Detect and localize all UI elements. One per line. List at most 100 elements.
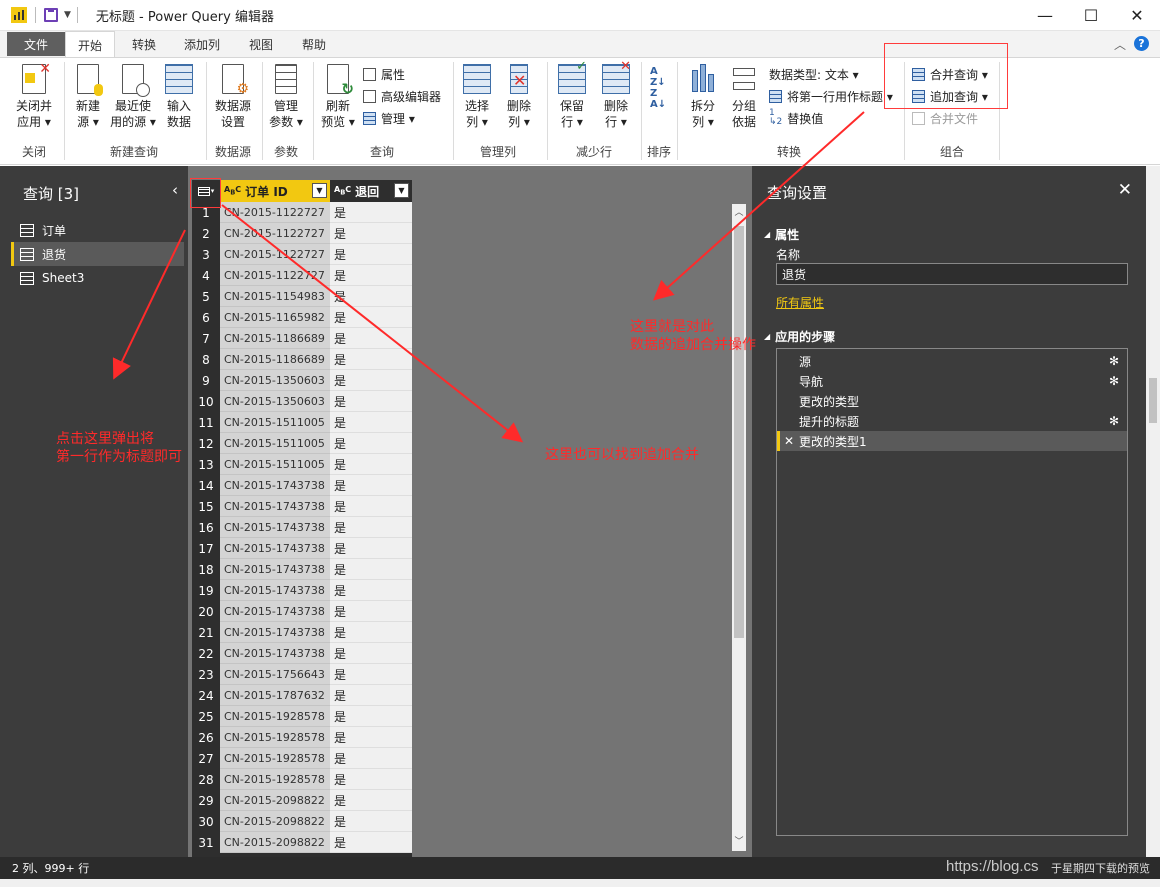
- query-item-orders[interactable]: 订单: [11, 218, 184, 242]
- cell-order-id[interactable]: CN-2015-1928578: [220, 748, 330, 769]
- minimize-button[interactable]: —: [1022, 0, 1068, 31]
- column-header-returned[interactable]: ABC 退回 ▼: [330, 180, 412, 202]
- table-row[interactable]: 15 CN-2015-1743738 是: [192, 496, 412, 517]
- cell-order-id[interactable]: CN-2015-1350603: [220, 391, 330, 412]
- table-row[interactable]: 18 CN-2015-1743738 是: [192, 559, 412, 580]
- help-icon[interactable]: ?: [1134, 36, 1149, 51]
- close-window-button[interactable]: ✕: [1114, 0, 1160, 31]
- row-number[interactable]: 16: [192, 517, 220, 538]
- tab-home[interactable]: 开始: [65, 31, 115, 58]
- combine-files-button[interactable]: 合并文件: [912, 108, 978, 128]
- table-row[interactable]: 21 CN-2015-1743738 是: [192, 622, 412, 643]
- split-column-button[interactable]: 拆分 列 ▾: [684, 64, 722, 130]
- tab-file[interactable]: 文件: [7, 32, 65, 56]
- cell-returned[interactable]: 是: [330, 307, 412, 328]
- step-navigation[interactable]: 导航 ✻: [777, 371, 1127, 391]
- cell-order-id[interactable]: CN-2015-1743738: [220, 475, 330, 496]
- column-header-order-id[interactable]: ABC 订单 ID ▼: [220, 180, 330, 202]
- table-row[interactable]: 25 CN-2015-1928578 是: [192, 706, 412, 727]
- cell-returned[interactable]: 是: [330, 370, 412, 391]
- table-row[interactable]: 19 CN-2015-1743738 是: [192, 580, 412, 601]
- row-number[interactable]: 11: [192, 412, 220, 433]
- vertical-scrollbar[interactable]: ︿ ﹀: [732, 204, 746, 851]
- cell-order-id[interactable]: CN-2015-1350603: [220, 370, 330, 391]
- cell-returned[interactable]: 是: [330, 790, 412, 811]
- cell-returned[interactable]: 是: [330, 202, 412, 223]
- table-row[interactable]: 8 CN-2015-1186689 是: [192, 349, 412, 370]
- step-source[interactable]: 源 ✻: [777, 351, 1127, 371]
- cell-order-id[interactable]: CN-2015-1122727: [220, 265, 330, 286]
- table-row[interactable]: 29 CN-2015-2098822 是: [192, 790, 412, 811]
- row-number[interactable]: 15: [192, 496, 220, 517]
- row-number[interactable]: 22: [192, 643, 220, 664]
- cell-order-id[interactable]: CN-2015-1122727: [220, 223, 330, 244]
- gear-icon[interactable]: ✻: [1109, 354, 1119, 368]
- collapse-pane-icon[interactable]: ‹: [172, 181, 178, 199]
- row-number[interactable]: 23: [192, 664, 220, 685]
- cell-returned[interactable]: 是: [330, 496, 412, 517]
- row-number[interactable]: 27: [192, 748, 220, 769]
- tab-add-column[interactable]: 添加列: [176, 31, 228, 57]
- cell-order-id[interactable]: CN-2015-1743738: [220, 601, 330, 622]
- cell-order-id[interactable]: CN-2015-1511005: [220, 454, 330, 475]
- step-promoted-headers[interactable]: 提升的标题 ✻: [777, 411, 1127, 431]
- scrollbar-thumb[interactable]: [734, 226, 744, 638]
- table-row[interactable]: 22 CN-2015-1743738 是: [192, 643, 412, 664]
- row-number[interactable]: 8: [192, 349, 220, 370]
- cell-order-id[interactable]: CN-2015-1743738: [220, 643, 330, 664]
- cell-returned[interactable]: 是: [330, 517, 412, 538]
- cell-returned[interactable]: 是: [330, 769, 412, 790]
- table-row[interactable]: 1 CN-2015-1122727 是: [192, 202, 412, 223]
- cell-returned[interactable]: 是: [330, 727, 412, 748]
- cell-returned[interactable]: 是: [330, 538, 412, 559]
- cell-order-id[interactable]: CN-2015-1186689: [220, 349, 330, 370]
- cell-order-id[interactable]: CN-2015-1743738: [220, 580, 330, 601]
- cell-returned[interactable]: 是: [330, 601, 412, 622]
- row-number[interactable]: 24: [192, 685, 220, 706]
- cell-order-id[interactable]: CN-2015-1122727: [220, 244, 330, 265]
- gear-icon[interactable]: ✻: [1109, 414, 1119, 428]
- table-row[interactable]: 11 CN-2015-1511005 是: [192, 412, 412, 433]
- cell-returned[interactable]: 是: [330, 475, 412, 496]
- cell-order-id[interactable]: CN-2015-1154983: [220, 286, 330, 307]
- datasource-settings-button[interactable]: ⚙ 数据源 设置: [210, 64, 256, 130]
- window-scrollbar[interactable]: [1146, 166, 1160, 857]
- step-changed-type[interactable]: 更改的类型: [777, 391, 1127, 411]
- close-pane-icon[interactable]: ✕: [1118, 180, 1132, 200]
- cell-order-id[interactable]: CN-2015-1787632: [220, 685, 330, 706]
- manage-parameters-button[interactable]: 管理 参数 ▾: [266, 64, 306, 130]
- row-number[interactable]: 12: [192, 433, 220, 454]
- quick-access-dropdown-icon[interactable]: ▼: [64, 10, 71, 20]
- table-row[interactable]: 13 CN-2015-1511005 是: [192, 454, 412, 475]
- delete-step-icon[interactable]: ✕: [784, 434, 794, 448]
- scroll-down-icon[interactable]: ﹀: [732, 833, 746, 847]
- cell-returned[interactable]: 是: [330, 559, 412, 580]
- query-name-input[interactable]: [776, 263, 1128, 285]
- remove-columns-button[interactable]: ✕ 删除 列 ▾: [500, 64, 538, 130]
- cell-returned[interactable]: 是: [330, 748, 412, 769]
- query-item-sheet3[interactable]: Sheet3: [11, 266, 184, 290]
- save-icon[interactable]: [44, 8, 58, 22]
- cell-order-id[interactable]: CN-2015-1928578: [220, 706, 330, 727]
- cell-order-id[interactable]: CN-2015-1186689: [220, 328, 330, 349]
- table-row[interactable]: 9 CN-2015-1350603 是: [192, 370, 412, 391]
- row-number[interactable]: 31: [192, 832, 220, 853]
- row-number[interactable]: 25: [192, 706, 220, 727]
- manage-button[interactable]: 管理 ▾: [363, 108, 415, 128]
- group-by-button[interactable]: 分组 依据: [726, 64, 762, 130]
- table-row[interactable]: 5 CN-2015-1154983 是: [192, 286, 412, 307]
- cell-order-id[interactable]: CN-2015-1743738: [220, 517, 330, 538]
- cell-returned[interactable]: 是: [330, 433, 412, 454]
- cell-order-id[interactable]: CN-2015-1928578: [220, 769, 330, 790]
- row-number[interactable]: 19: [192, 580, 220, 601]
- table-row[interactable]: 14 CN-2015-1743738 是: [192, 475, 412, 496]
- row-number[interactable]: 21: [192, 622, 220, 643]
- applied-steps-section-header[interactable]: ◢ 应用的步骤: [764, 328, 835, 345]
- new-source-button[interactable]: 新建 源 ▾: [70, 64, 106, 130]
- properties-section-header[interactable]: ◢ 属性: [764, 226, 799, 243]
- keep-rows-button[interactable]: ✓ 保留 行 ▾: [552, 59, 592, 130]
- table-row[interactable]: 12 CN-2015-1511005 是: [192, 433, 412, 454]
- table-row[interactable]: 7 CN-2015-1186689 是: [192, 328, 412, 349]
- row-number[interactable]: 26: [192, 727, 220, 748]
- cell-order-id[interactable]: CN-2015-1743738: [220, 559, 330, 580]
